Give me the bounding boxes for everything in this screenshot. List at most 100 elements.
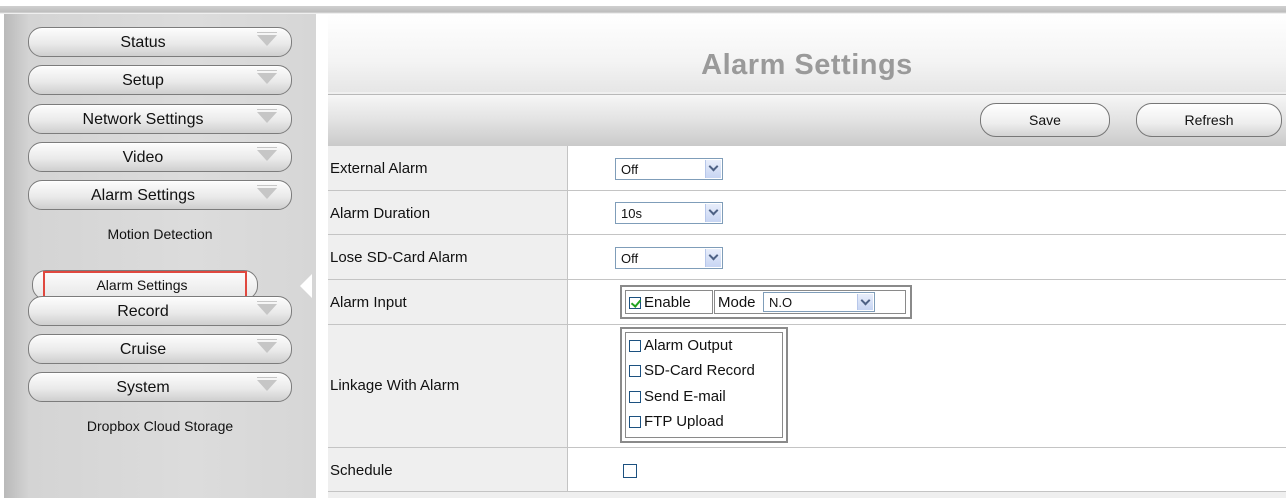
nav-cruise-button[interactable]: Cruise [28, 334, 292, 364]
row-label-cell: Lose SD-Card Alarm [328, 235, 568, 279]
sub-dropbox-cloud-storage[interactable]: Dropbox Cloud Storage [14, 418, 306, 434]
nav-alarm-settings-button[interactable]: Alarm Settings [28, 180, 292, 210]
chevron-down-icon [257, 380, 277, 391]
alarm-duration-value: 10s [621, 206, 642, 221]
row-label-cell: Alarm Input [328, 280, 568, 324]
active-pointer-icon [300, 274, 312, 298]
lose-sd-card-alarm-label: Lose SD-Card Alarm [330, 249, 468, 266]
nav-cruise-label: Cruise [119, 341, 167, 358]
chevron-down-icon [257, 73, 277, 84]
alarm-input-label: Alarm Input [330, 294, 407, 311]
page-title: Alarm Settings [701, 49, 913, 81]
sd-card-record-checkbox[interactable] [629, 365, 641, 378]
schedule-checkbox[interactable] [623, 464, 637, 478]
nav-alarm-settings-label: Alarm Settings [90, 187, 196, 204]
nav-setup-label: Setup [122, 72, 164, 89]
row-alarm-duration: Alarm Duration 10s [328, 191, 1286, 235]
linkage-option: FTP Upload [629, 413, 724, 430]
top-strip [0, 0, 1286, 14]
enable-option: Enable [629, 294, 691, 311]
chevron-line [257, 377, 277, 378]
chevron-down-icon [257, 342, 277, 353]
chevron-down-icon [257, 188, 277, 199]
nav-record-button[interactable]: Record [28, 296, 292, 326]
refresh-button[interactable]: Refresh [1136, 103, 1282, 137]
chevron-down-icon [257, 35, 277, 46]
row-value-cell [568, 448, 1286, 491]
row-label-cell: Linkage With Alarm [328, 325, 568, 447]
enable-box: Enable [625, 290, 713, 314]
nav-network-settings-label: Network Settings [82, 111, 204, 128]
nav-setup-button[interactable]: Setup [28, 65, 292, 95]
chevron-line [257, 147, 277, 148]
row-linkage-with-alarm: Linkage With Alarm Alarm Output SD-Card … [328, 325, 1286, 448]
toolbar: Save Refresh [328, 94, 1286, 147]
row-label-cell: Alarm Duration [328, 191, 568, 234]
ftp-upload-checkbox[interactable] [629, 416, 641, 429]
schedule-label: Schedule [330, 462, 393, 479]
linkage-option: SD-Card Record [629, 362, 755, 379]
row-value-cell: 10s [568, 191, 1286, 234]
external-alarm-value: Off [621, 162, 639, 177]
mode-select[interactable]: N.O [763, 292, 875, 312]
chevron-line [257, 109, 277, 110]
alarm-output-checkbox[interactable] [629, 340, 641, 353]
nav-record-label: Record [117, 303, 169, 320]
linkage-with-alarm-label: Linkage With Alarm [330, 377, 460, 394]
save-button[interactable]: Save [980, 103, 1110, 137]
nav-network-settings-button[interactable]: Network Settings [28, 104, 292, 134]
nav-system-label: System [116, 379, 170, 396]
dropdown-arrow-icon [857, 294, 873, 310]
title-bar: Alarm Settings [328, 14, 1286, 92]
alarm-output-label: Alarm Output [644, 337, 733, 354]
nav-system-button[interactable]: System [28, 372, 292, 402]
alarm-input-group: Enable Mode N.O [620, 285, 912, 319]
main-panel: Alarm Settings Save Refresh External Ala… [328, 14, 1286, 498]
row-value-cell: Off [568, 235, 1286, 279]
nav-status-button[interactable]: Status [28, 27, 292, 57]
ftp-upload-label: FTP Upload [644, 413, 724, 430]
row-external-alarm: External Alarm Off [328, 146, 1286, 191]
linkage-group: Alarm Output SD-Card Record Send E-mail … [620, 327, 788, 443]
send-email-checkbox[interactable] [629, 391, 641, 404]
lose-sd-card-alarm-select[interactable]: Off [615, 247, 723, 269]
alarm-duration-label: Alarm Duration [330, 205, 431, 222]
sub-alarm-settings-label: Alarm Settings [96, 277, 188, 293]
lose-sd-card-alarm-value: Off [621, 251, 639, 266]
linkage-inner-box: Alarm Output SD-Card Record Send E-mail … [625, 332, 783, 438]
chevron-down-icon [257, 304, 277, 315]
sub-motion-detection[interactable]: Motion Detection [28, 226, 292, 242]
mode-label: Mode [718, 294, 756, 311]
enable-checkbox[interactable] [629, 297, 641, 310]
row-value-cell: Enable Mode N.O [568, 280, 1286, 324]
row-schedule: Schedule [328, 448, 1286, 492]
chevron-down-icon [257, 150, 277, 161]
send-email-label: Send E-mail [644, 388, 726, 405]
alarm-duration-select[interactable]: 10s [615, 202, 723, 224]
nav-video-label: Video [122, 149, 164, 166]
nav-video-button[interactable]: Video [28, 142, 292, 172]
row-lose-sd-card-alarm: Lose SD-Card Alarm Off [328, 235, 1286, 280]
dropdown-arrow-icon [705, 249, 721, 267]
chevron-line [257, 70, 277, 71]
enable-label: Enable [644, 294, 691, 311]
row-label-cell: Schedule [328, 448, 568, 491]
external-alarm-select[interactable]: Off [615, 158, 723, 180]
chevron-line [257, 185, 277, 186]
mode-box: Mode N.O [714, 290, 906, 314]
row-value-cell: Off [568, 146, 1286, 190]
sidebar: Status Setup Network Settings Video Alar… [4, 14, 316, 498]
row-alarm-input: Alarm Input Enable Mode N.O [328, 280, 1286, 325]
dropdown-arrow-icon [705, 160, 721, 178]
sd-card-record-label: SD-Card Record [644, 362, 755, 379]
dropdown-arrow-icon [705, 204, 721, 222]
linkage-option: Send E-mail [629, 388, 726, 405]
row-label-cell: External Alarm [328, 146, 568, 190]
chevron-line [257, 32, 277, 33]
external-alarm-label: External Alarm [330, 160, 428, 177]
nav-status-label: Status [120, 34, 166, 51]
chevron-down-icon [257, 112, 277, 123]
mode-value: N.O [769, 295, 793, 310]
chevron-line [257, 339, 277, 340]
row-value-cell: Alarm Output SD-Card Record Send E-mail … [568, 325, 1286, 447]
